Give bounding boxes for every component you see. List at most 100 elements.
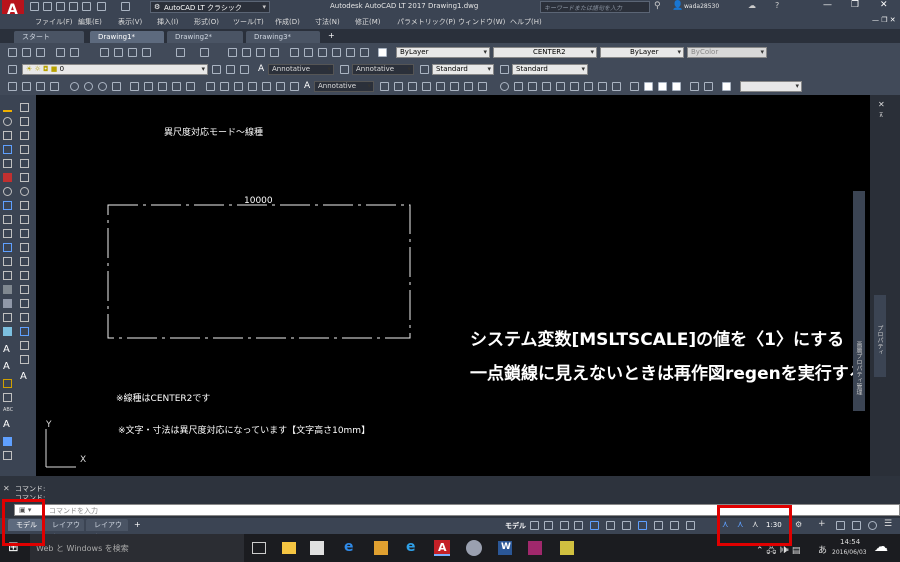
menu-format[interactable]: 形式(O) [194,17,219,27]
erase-icon[interactable] [380,82,389,91]
menu-window[interactable]: ウィンドウ(W) [458,17,505,27]
new-icon[interactable] [30,2,39,11]
break-icon[interactable] [556,82,565,91]
fillet-icon[interactable] [20,299,29,308]
field-icon[interactable] [3,437,12,446]
media-icon[interactable] [374,541,388,555]
circle-icon[interactable] [3,187,12,196]
fillet-icon[interactable] [598,82,607,91]
file-explorer-icon[interactable] [282,542,296,554]
menu-edit[interactable]: 編集(E) [78,17,102,27]
clock-date[interactable]: 2016/06/03 [832,549,867,556]
lineweight-dropdown[interactable]: ByLayer [600,47,684,58]
dim-continue-icon[interactable] [234,82,243,91]
open-icon[interactable] [22,48,31,57]
model-space-button[interactable]: モデル [505,521,526,531]
menu-view[interactable]: 表示(V) [118,17,142,27]
join-icon[interactable] [570,82,579,91]
annotative-text-dropdown[interactable]: Annotative [268,64,334,75]
autocad-taskbar-icon[interactable]: A [434,540,450,556]
notification-icon[interactable]: ☁ [874,539,888,555]
save-icon[interactable] [36,48,45,57]
exchange-icon[interactable]: ☁ [748,1,756,10]
selection-cycling-icon[interactable] [686,521,695,530]
tab-drawing2[interactable]: Drawing2* [167,31,243,43]
text-edit-icon[interactable]: A [3,419,10,430]
menu-draw[interactable]: 作成(D) [275,17,300,27]
line-icon[interactable] [3,103,12,112]
extend-icon[interactable] [20,243,29,252]
dim-style-icon[interactable] [340,65,349,74]
taskbar-search-box[interactable]: Web と Windows を検索 [30,534,244,562]
blend-icon[interactable] [20,313,29,322]
array-icon[interactable] [436,82,445,91]
dim-edit-icon[interactable] [290,82,299,91]
paste-icon[interactable] [128,48,137,57]
bring-front-icon[interactable] [644,82,653,91]
mirror-icon[interactable] [408,82,417,91]
properties-palette[interactable]: プロパティ [874,295,886,377]
binoculars-icon[interactable]: ⚲ [654,1,661,11]
help-icon[interactable]: ? [775,1,779,10]
linetype-dropdown[interactable]: CENTER2 [493,47,597,58]
markup-icon[interactable] [346,48,355,57]
pedit-icon[interactable] [20,341,29,350]
trim-icon[interactable] [20,229,29,238]
copy-object-icon[interactable] [394,82,403,91]
chamfer-icon[interactable] [20,285,29,294]
add-layout-button[interactable]: + [134,520,141,529]
tab-start[interactable]: スタート [14,31,84,43]
explode-icon[interactable] [20,327,29,336]
osnap-toggle-icon[interactable] [638,521,647,530]
layer-match-icon[interactable] [690,82,699,91]
command-close-icon[interactable]: ✕ [3,484,10,493]
tab-drawing1[interactable]: Drawing1* [90,31,164,43]
polygon-icon[interactable] [112,82,121,91]
offset-icon[interactable] [422,82,431,91]
isolate-icon[interactable] [500,82,509,91]
layer-current-icon[interactable] [212,65,221,74]
text-icon[interactable]: A [3,361,10,372]
rotate-icon[interactable] [464,82,473,91]
qnew-icon[interactable] [8,48,17,57]
gradient-icon[interactable] [3,299,12,308]
offset-icon[interactable] [20,145,29,154]
transparency-toggle-icon[interactable] [670,521,679,530]
line-icon[interactable] [8,82,17,91]
spline-icon[interactable] [3,215,12,224]
tolerance-icon[interactable] [262,82,271,91]
scale-icon[interactable] [478,82,487,91]
annotation-monitor-icon[interactable]: + [818,519,826,529]
word-icon[interactable]: W [498,541,512,555]
circle-icon[interactable] [70,82,79,91]
redo-icon[interactable] [200,48,209,57]
panel-close-icon[interactable]: ✕ [878,100,885,109]
ortho-toggle-icon[interactable] [574,521,583,530]
join-icon[interactable] [20,271,29,280]
zoom-window-icon[interactable] [256,48,265,57]
insert-block-icon[interactable] [3,243,12,252]
menu-dimension[interactable]: 寸法(N) [315,17,340,27]
menu-tools[interactable]: ツール(T) [233,17,264,27]
polyline-icon[interactable] [50,82,59,91]
table-style-icon[interactable] [420,65,429,74]
break-icon[interactable] [20,257,29,266]
polar-toggle-icon[interactable] [590,521,599,530]
panel-pin-icon[interactable]: ⊼ [879,112,883,119]
undo-icon[interactable] [97,2,106,11]
arc-icon[interactable] [36,82,45,91]
pencil-icon[interactable] [3,379,12,388]
trim-icon[interactable] [528,82,537,91]
dim-linear-icon[interactable] [130,82,139,91]
cut-icon[interactable] [100,48,109,57]
move-icon[interactable] [450,82,459,91]
properties-icon[interactable] [290,48,299,57]
tab-drawing3[interactable]: Drawing3* [246,31,320,43]
sheetset-icon[interactable] [332,48,341,57]
pan-icon[interactable] [228,48,237,57]
open-icon[interactable] [43,2,52,11]
print-icon[interactable] [82,2,91,11]
user-name[interactable]: wada28530 [684,3,719,10]
menu-insert[interactable]: 挿入(I) [157,17,179,27]
paint-icon[interactable] [560,541,574,555]
